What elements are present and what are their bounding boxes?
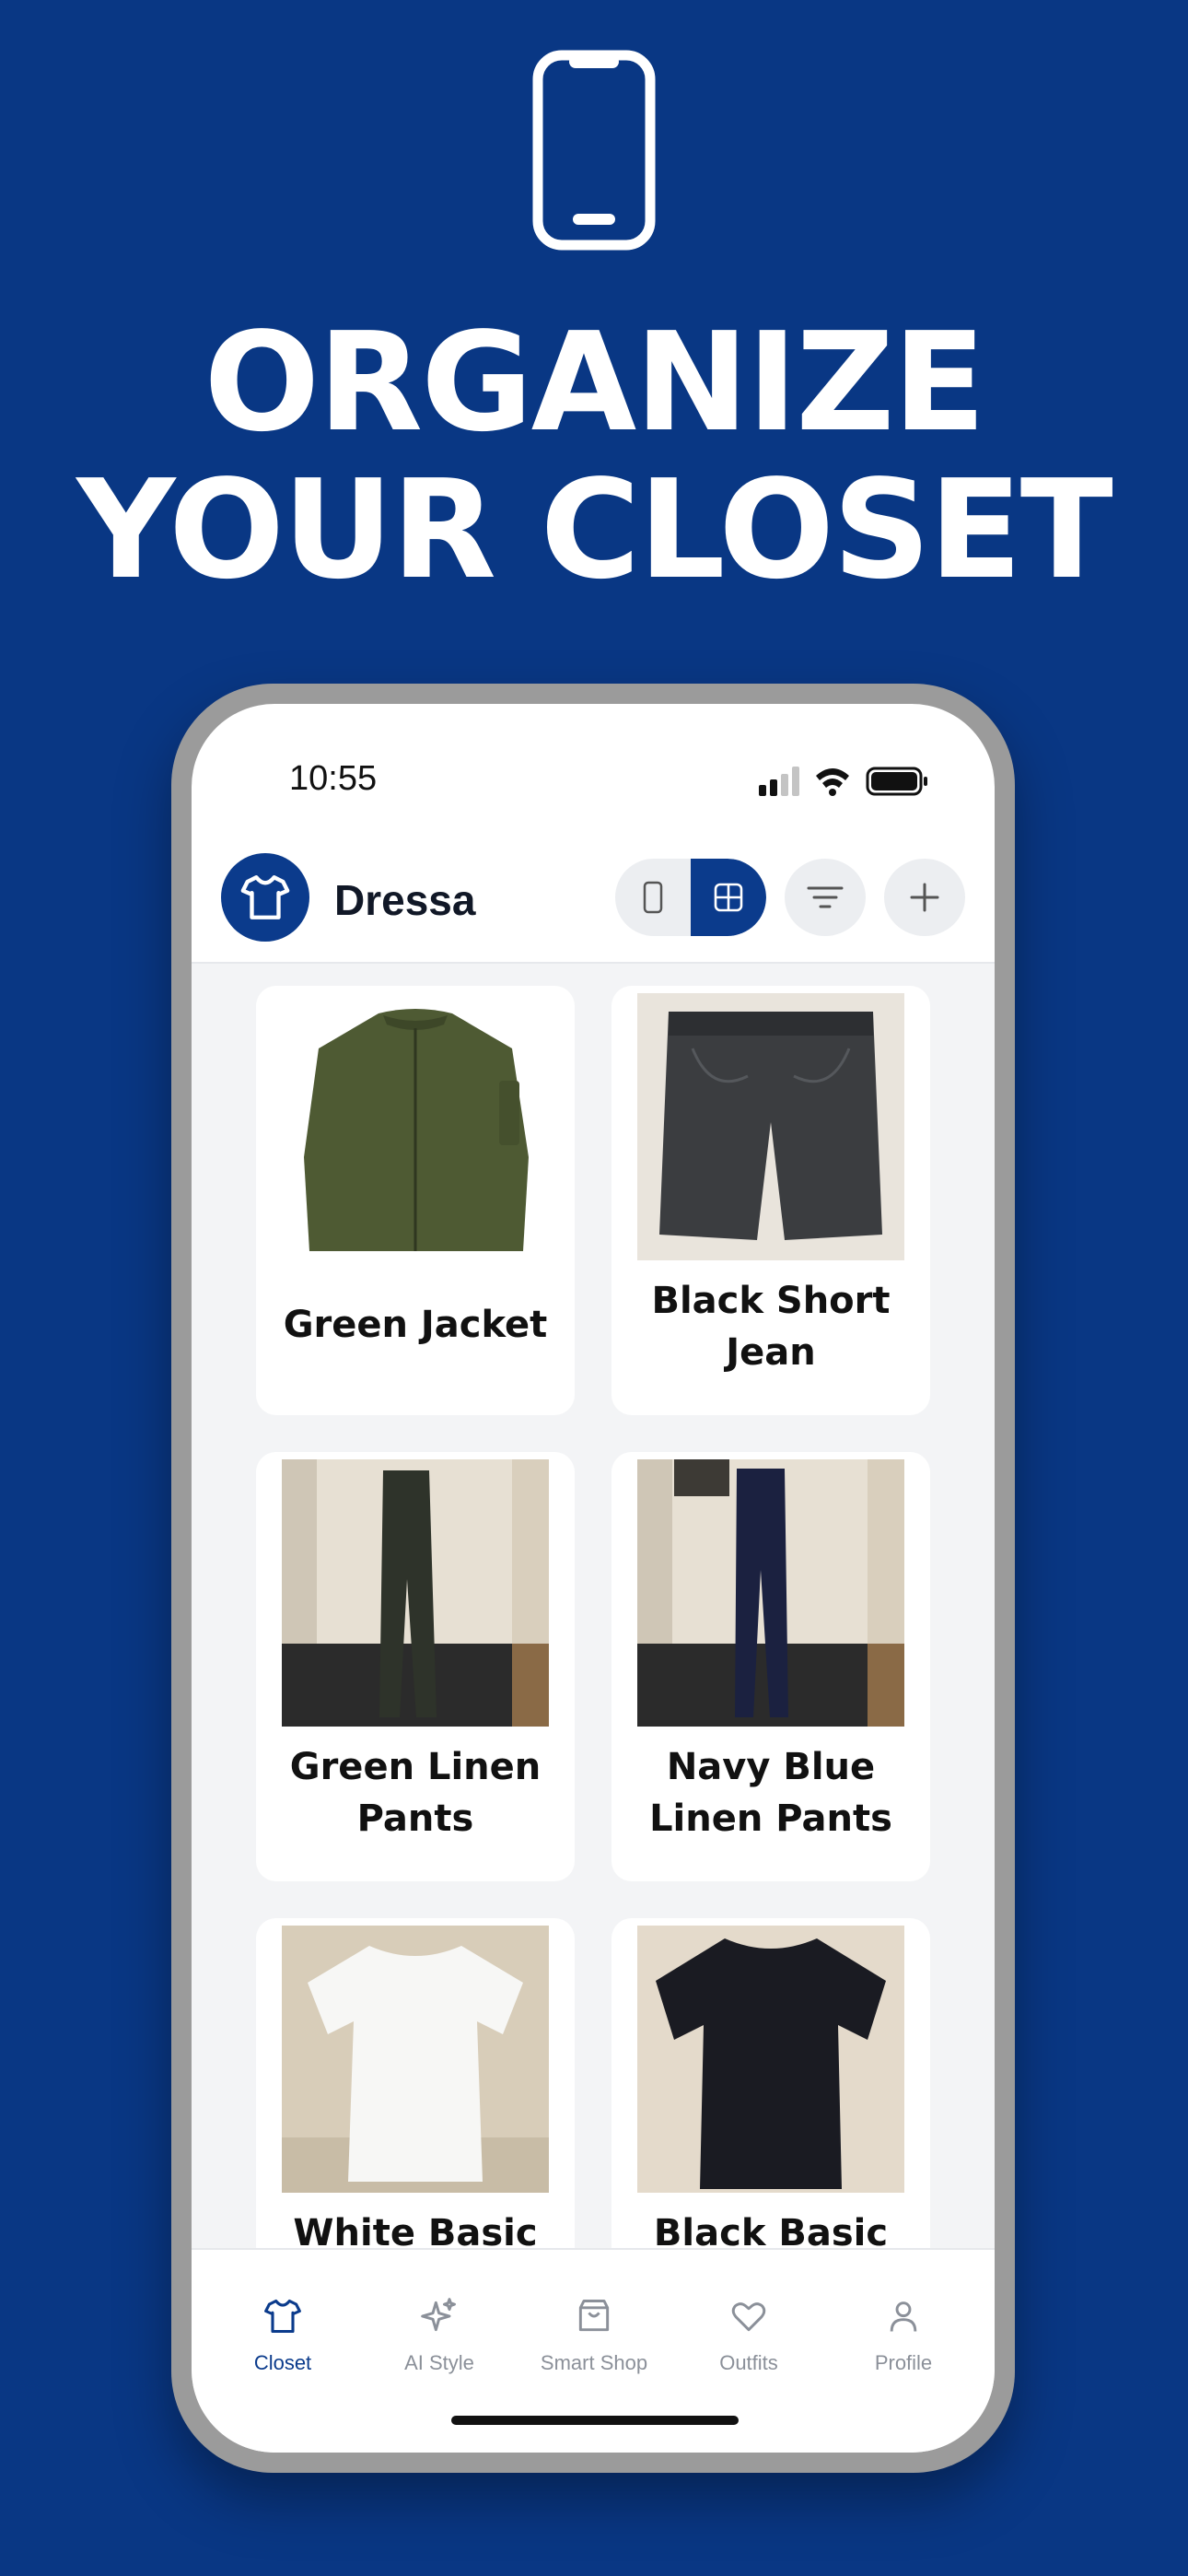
tab-label: Smart Shop — [540, 2351, 648, 2374]
sparkles-icon — [421, 2298, 456, 2332]
status-bar: 10:55 — [192, 704, 995, 805]
grid-view-button[interactable] — [691, 859, 766, 936]
item-photo — [282, 993, 549, 1260]
phone-screen: 10:55 Dressa Green Jacket Black Short Je… — [192, 704, 995, 2453]
shopping-bag-icon — [578, 2300, 610, 2332]
closet-grid: Green Jacket Black Short Jean Green Line… — [192, 964, 995, 2248]
app-logo — [221, 853, 309, 942]
phone-icon — [643, 881, 663, 914]
grid-icon — [714, 883, 743, 912]
item-photo — [637, 1926, 904, 2193]
closet-item-card[interactable]: White Basic — [256, 1918, 575, 2248]
status-icons — [759, 767, 927, 796]
headline-line-2: YOUR CLOSET — [76, 451, 1112, 609]
item-name: Green Jacket — [283, 1304, 548, 1346]
tab-smart-shop[interactable]: Smart Shop — [514, 2296, 674, 2375]
item-photo — [282, 1926, 549, 2193]
item-photo — [282, 1459, 549, 1727]
closet-item-card[interactable]: Black Basic — [611, 1918, 930, 2248]
tab-label: Profile — [874, 2351, 933, 2374]
wifi-icon — [816, 768, 849, 796]
tab-label: Outfits — [719, 2351, 778, 2374]
filter-button[interactable] — [785, 859, 866, 936]
tab-label: AI Style — [404, 2351, 474, 2374]
item-name: Navy Blue Linen Pants — [649, 1746, 892, 1840]
closet-item-card[interactable]: Navy Blue Linen Pants — [611, 1452, 930, 1881]
tab-bar: Closet AI Style Smart Shop Outfits Profi… — [192, 2248, 995, 2453]
shirt-icon — [264, 2299, 301, 2334]
single-view-button[interactable] — [615, 859, 691, 936]
home-indicator[interactable] — [451, 2416, 739, 2425]
cellular-signal-icon — [759, 767, 799, 796]
plus-icon — [910, 883, 939, 912]
view-toggle[interactable] — [615, 859, 766, 936]
tab-closet[interactable]: Closet — [203, 2296, 363, 2375]
tab-profile[interactable]: Profile — [823, 2296, 984, 2375]
tab-outfits[interactable]: Outfits — [669, 2296, 829, 2375]
headline: ORGANIZE YOUR CLOSET — [0, 309, 1188, 603]
phone-mockup: 10:55 Dressa Green Jacket Black Short Je… — [171, 684, 1015, 2473]
tab-label: Closet — [253, 2351, 312, 2374]
item-photo — [637, 993, 904, 1260]
status-time: 10:55 — [289, 759, 378, 798]
closet-item-card[interactable]: Black Short Jean — [611, 986, 930, 1415]
item-photo — [637, 1459, 904, 1727]
app-header: Dressa — [192, 842, 995, 964]
battery-icon — [866, 767, 927, 796]
tab-ai-style[interactable]: AI Style — [359, 2296, 519, 2375]
add-item-button[interactable] — [884, 859, 965, 936]
headline-line-1: ORGANIZE — [204, 303, 985, 462]
filter-icon — [807, 886, 844, 908]
item-name: Green Linen Pants — [289, 1746, 542, 1840]
closet-item-card[interactable]: Green Linen Pants — [256, 1452, 575, 1881]
user-icon — [890, 2301, 917, 2332]
item-name: Black Short Jean — [651, 1280, 891, 1374]
smartphone-icon — [532, 50, 656, 251]
shirt-icon — [240, 875, 290, 919]
item-name: Black Basic — [653, 2212, 889, 2248]
app-name: Dressa — [334, 876, 476, 924]
item-name: White Basic — [293, 2212, 538, 2248]
closet-item-card[interactable]: Green Jacket — [256, 986, 575, 1415]
heart-icon — [731, 2302, 766, 2332]
